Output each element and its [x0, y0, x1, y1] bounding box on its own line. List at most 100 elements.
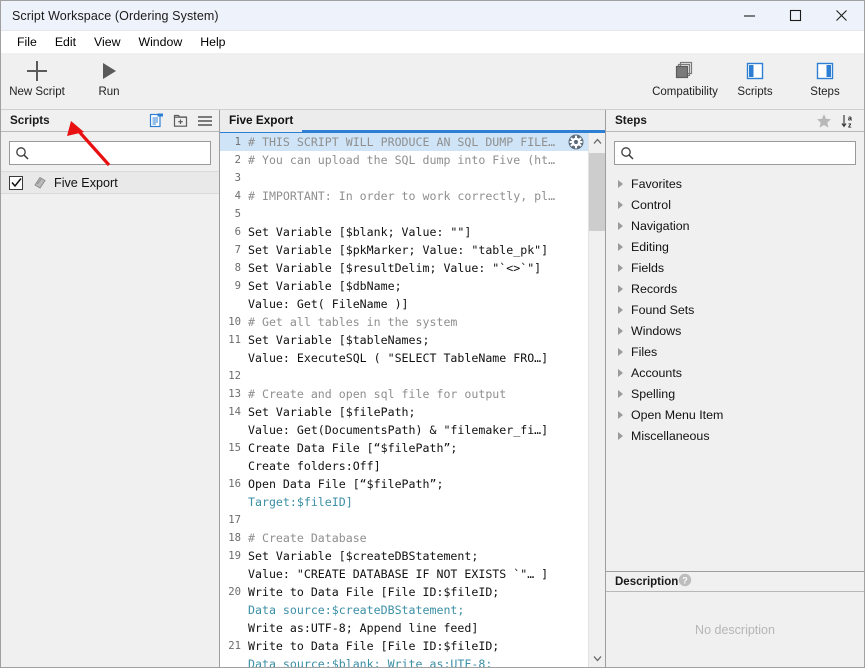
- chevron-right-icon[interactable]: [618, 368, 623, 377]
- list-item[interactable]: Five Export: [1, 171, 219, 194]
- sidebar-item-files[interactable]: Files: [606, 341, 864, 362]
- scripts-search-input[interactable]: [29, 145, 205, 161]
- script-line[interactable]: 4 # IMPORTANT: In order to work correctly…: [220, 187, 588, 205]
- menu-item-edit[interactable]: Edit: [46, 33, 85, 52]
- line-text: # Get all tables in the system: [248, 315, 458, 329]
- chevron-right-icon[interactable]: [618, 305, 623, 314]
- scrollbar-thumb[interactable]: [589, 153, 605, 231]
- window-title: Script Workspace (Ordering System): [12, 8, 219, 23]
- steps-panel-icon: [814, 59, 836, 83]
- chevron-right-icon[interactable]: [618, 200, 623, 209]
- svg-text:z: z: [848, 122, 852, 129]
- scroll-up-arrow-icon[interactable]: [589, 133, 605, 150]
- favorites-star-icon[interactable]: [816, 113, 832, 129]
- steps-search-box[interactable]: [614, 141, 856, 165]
- chevron-right-icon[interactable]: [618, 326, 623, 335]
- menu-item-file[interactable]: File: [8, 33, 46, 52]
- script-line[interactable]: 21 Write to Data File [File ID:$fileID; D…: [220, 637, 588, 667]
- line-number: 1: [234, 136, 241, 148]
- editor-vertical-scrollbar[interactable]: [588, 133, 605, 667]
- list-view-icon[interactable]: [197, 115, 213, 127]
- menu-item-help[interactable]: Help: [191, 33, 234, 52]
- steps-toggle-label: Steps: [810, 86, 840, 98]
- chevron-right-icon[interactable]: [618, 221, 623, 230]
- script-line[interactable]: 12: [220, 367, 588, 385]
- script-line[interactable]: 17: [220, 511, 588, 529]
- scroll-down-arrow-icon[interactable]: [589, 650, 605, 667]
- script-line[interactable]: 2 # You can upload the SQL dump into Five…: [220, 151, 588, 169]
- sidebar-item-windows[interactable]: Windows: [606, 320, 864, 341]
- steps-search-input[interactable]: [634, 145, 850, 161]
- script-line[interactable]: 5: [220, 205, 588, 223]
- line-text: Create Data File [“$filePath”; Create fo…: [248, 441, 458, 473]
- scrollbar-track[interactable]: [589, 150, 605, 650]
- scripts-panel-toggle[interactable]: Scripts: [720, 53, 790, 98]
- script-line[interactable]: 8 Set Variable [$resultDelim; Value: "`<>…: [220, 259, 588, 277]
- line-text: Open Data File [“$filePath”; Target:$fil…: [248, 477, 444, 509]
- step-category-label: Accounts: [631, 365, 682, 380]
- sidebar-item-spelling[interactable]: Spelling: [606, 383, 864, 404]
- svg-text:a: a: [848, 115, 852, 122]
- script-line[interactable]: 20 Write to Data File [File ID:$fileID; D…: [220, 583, 588, 637]
- steps-panel-toggle[interactable]: Steps: [790, 53, 860, 98]
- sidebar-item-control[interactable]: Control: [606, 194, 864, 215]
- sort-alpha-icon[interactable]: a z: [841, 113, 858, 129]
- close-button[interactable]: [818, 1, 864, 31]
- script-line[interactable]: 9 Set Variable [$dbName; Value: Get( File…: [220, 277, 588, 313]
- settings-gear-icon[interactable]: [568, 134, 584, 150]
- sidebar-item-found-sets[interactable]: Found Sets: [606, 299, 864, 320]
- script-line[interactable]: 10 # Get all tables in the system: [220, 313, 588, 331]
- script-line[interactable]: 3: [220, 169, 588, 187]
- tab-five-export[interactable]: Five Export: [220, 108, 303, 132]
- compatibility-label: Compatibility: [652, 86, 718, 98]
- chevron-right-icon[interactable]: [618, 242, 623, 251]
- sidebar-item-fields[interactable]: Fields: [606, 257, 864, 278]
- menu-item-window[interactable]: Window: [129, 33, 191, 52]
- script-line[interactable]: 11 Set Variable [$tableNames; Value: Exec…: [220, 331, 588, 367]
- scripts-panel-title: Scripts: [10, 114, 50, 127]
- step-category-label: Records: [631, 281, 678, 296]
- script-line[interactable]: 6 Set Variable [$blank; Value: ""]: [220, 223, 588, 241]
- script-line[interactable]: 15 Create Data File [“$filePath”; Create …: [220, 439, 588, 475]
- sidebar-item-miscellaneous[interactable]: Miscellaneous: [606, 425, 864, 446]
- run-button[interactable]: Run: [73, 53, 145, 98]
- step-category-label: Files: [631, 344, 658, 359]
- chevron-right-icon[interactable]: [618, 263, 623, 272]
- menu-bar: File Edit View Window Help: [1, 31, 864, 53]
- scripts-search-box[interactable]: [9, 141, 211, 165]
- sidebar-item-navigation[interactable]: Navigation: [606, 215, 864, 236]
- help-circle-icon[interactable]: ?: [678, 573, 692, 590]
- chevron-right-icon[interactable]: [618, 179, 623, 188]
- steps-panel-title: Steps: [615, 114, 647, 127]
- sidebar-item-accounts[interactable]: Accounts: [606, 362, 864, 383]
- steps-panel: Steps a z Favorites Control Navigation E…: [606, 110, 864, 667]
- sidebar-item-favorites[interactable]: Favorites: [606, 173, 864, 194]
- script-line[interactable]: 18 # Create Database: [220, 529, 588, 547]
- no-description-text: No description: [695, 622, 775, 637]
- chevron-right-icon[interactable]: [618, 347, 623, 356]
- chevron-right-icon[interactable]: [618, 410, 623, 419]
- sidebar-item-editing[interactable]: Editing: [606, 236, 864, 257]
- maximize-button[interactable]: [772, 1, 818, 31]
- menu-item-view[interactable]: View: [85, 33, 129, 52]
- chevron-right-icon[interactable]: [618, 431, 623, 440]
- script-line[interactable]: 1 # THIS SCRIPT WILL PRODUCE AN SQL DUMP …: [220, 133, 588, 151]
- script-checkbox[interactable]: [9, 175, 23, 190]
- chevron-right-icon[interactable]: [618, 284, 623, 293]
- minimize-button[interactable]: [726, 1, 772, 31]
- new-script-icon[interactable]: [149, 113, 164, 128]
- line-text: Set Variable [$dbName; Value: Get( FileN…: [248, 279, 409, 311]
- chevron-right-icon[interactable]: [618, 389, 623, 398]
- script-line[interactable]: 7 Set Variable [$pkMarker; Value: "table_…: [220, 241, 588, 259]
- script-name-label: Five Export: [54, 175, 118, 190]
- new-folder-icon[interactable]: [173, 114, 188, 128]
- new-script-button[interactable]: New Script: [1, 53, 73, 98]
- script-line[interactable]: 19 Set Variable [$createDBStatement; Valu…: [220, 547, 588, 583]
- sidebar-item-open-menu-item[interactable]: Open Menu Item: [606, 404, 864, 425]
- script-line[interactable]: 14 Set Variable [$filePath; Value: Get(Do…: [220, 403, 588, 439]
- compatibility-button[interactable]: Compatibility: [650, 53, 720, 98]
- script-line[interactable]: 16 Open Data File [“$filePath”; Target:$f…: [220, 475, 588, 511]
- script-line[interactable]: 13 # Create and open sql file for output: [220, 385, 588, 403]
- sidebar-item-records[interactable]: Records: [606, 278, 864, 299]
- script-code-area[interactable]: 1 # THIS SCRIPT WILL PRODUCE AN SQL DUMP …: [220, 133, 588, 667]
